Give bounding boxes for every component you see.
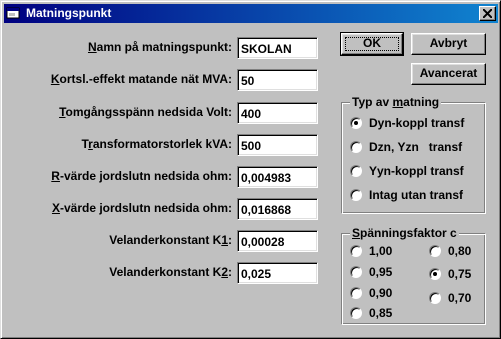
label-rvarde: R-värde jordslutn nedsida ohm:: [51, 169, 232, 183]
title-bar[interactable]: Matningspunkt: [4, 4, 498, 23]
label-tomgang: Tomgångsspänn nedsida Volt:: [59, 105, 232, 119]
field-k1[interactable]: 0,00028: [237, 230, 318, 252]
factor-group-title: Spänningsfaktor c: [350, 226, 459, 240]
field-k2[interactable]: 0,025: [237, 262, 318, 284]
field-kortsl[interactable]: 50: [237, 69, 318, 91]
close-icon: [483, 9, 492, 18]
radio-c-075-label: 0,75: [448, 267, 472, 281]
dialog-window: Matningspunkt Namn på matningspunkt: SKO…: [0, 0, 501, 339]
window-app-icon: [6, 6, 21, 21]
radio-c-080[interactable]: [429, 245, 441, 257]
label-transformator: Transformatorstorlek kVA:: [81, 137, 233, 151]
radio-selected-dot: [433, 272, 437, 276]
radio-c-100-label: 1,00: [369, 244, 393, 258]
radio-c-095-label: 0,95: [369, 265, 393, 279]
advanced-button[interactable]: Avancerat: [411, 63, 486, 85]
radio-yyn-label: Yyn-koppl transf: [369, 164, 464, 178]
field-namn[interactable]: SKOLAN: [237, 37, 318, 59]
radio-dzn-label: Dzn, Yzn transf: [369, 140, 463, 154]
radio-c-085[interactable]: [350, 307, 362, 319]
field-transformator[interactable]: 500: [237, 134, 318, 156]
field-tomgang[interactable]: 400: [237, 102, 318, 124]
radio-c-085-label: 0,85: [369, 306, 393, 320]
label-k1: Velanderkonstant K1:: [109, 233, 232, 247]
ok-button[interactable]: OK: [340, 32, 404, 56]
field-rvarde[interactable]: 0,004983: [237, 166, 318, 188]
field-xvarde[interactable]: 0,016868: [237, 198, 318, 220]
label-namn: Namn på matningspunkt:: [87, 40, 232, 54]
label-k2: Velanderkonstant K2:: [109, 265, 232, 279]
radio-c-090-label: 0,90: [369, 286, 393, 300]
typ-group-title: Typ av matning: [350, 95, 442, 109]
radio-dyn[interactable]: [350, 117, 362, 129]
radio-c-080-label: 0,80: [448, 244, 472, 258]
radio-c-095[interactable]: [350, 266, 362, 278]
window-title: Matningspunkt: [26, 6, 112, 20]
radio-dyn-label: Dyn-koppl transf: [369, 116, 465, 130]
close-button[interactable]: [479, 6, 496, 21]
radio-c-090[interactable]: [350, 287, 362, 299]
radio-yyn[interactable]: [350, 165, 362, 177]
radio-c-075[interactable]: [429, 268, 441, 280]
focus-rect: [345, 37, 399, 51]
radio-intag[interactable]: [350, 189, 362, 201]
radio-c-070-label: 0,70: [448, 291, 472, 305]
cancel-button[interactable]: Avbryt: [411, 33, 486, 55]
label-xvarde: X-värde jordslutn nedsida ohm:: [51, 201, 232, 215]
radio-intag-label: Intag utan transf: [369, 188, 464, 202]
radio-c-070[interactable]: [429, 292, 441, 304]
label-kortsl: Kortsl.-effekt matande nät MVA:: [50, 72, 232, 86]
radio-c-100[interactable]: [350, 245, 362, 257]
radio-selected-dot: [354, 121, 358, 125]
radio-dzn[interactable]: [350, 141, 362, 153]
